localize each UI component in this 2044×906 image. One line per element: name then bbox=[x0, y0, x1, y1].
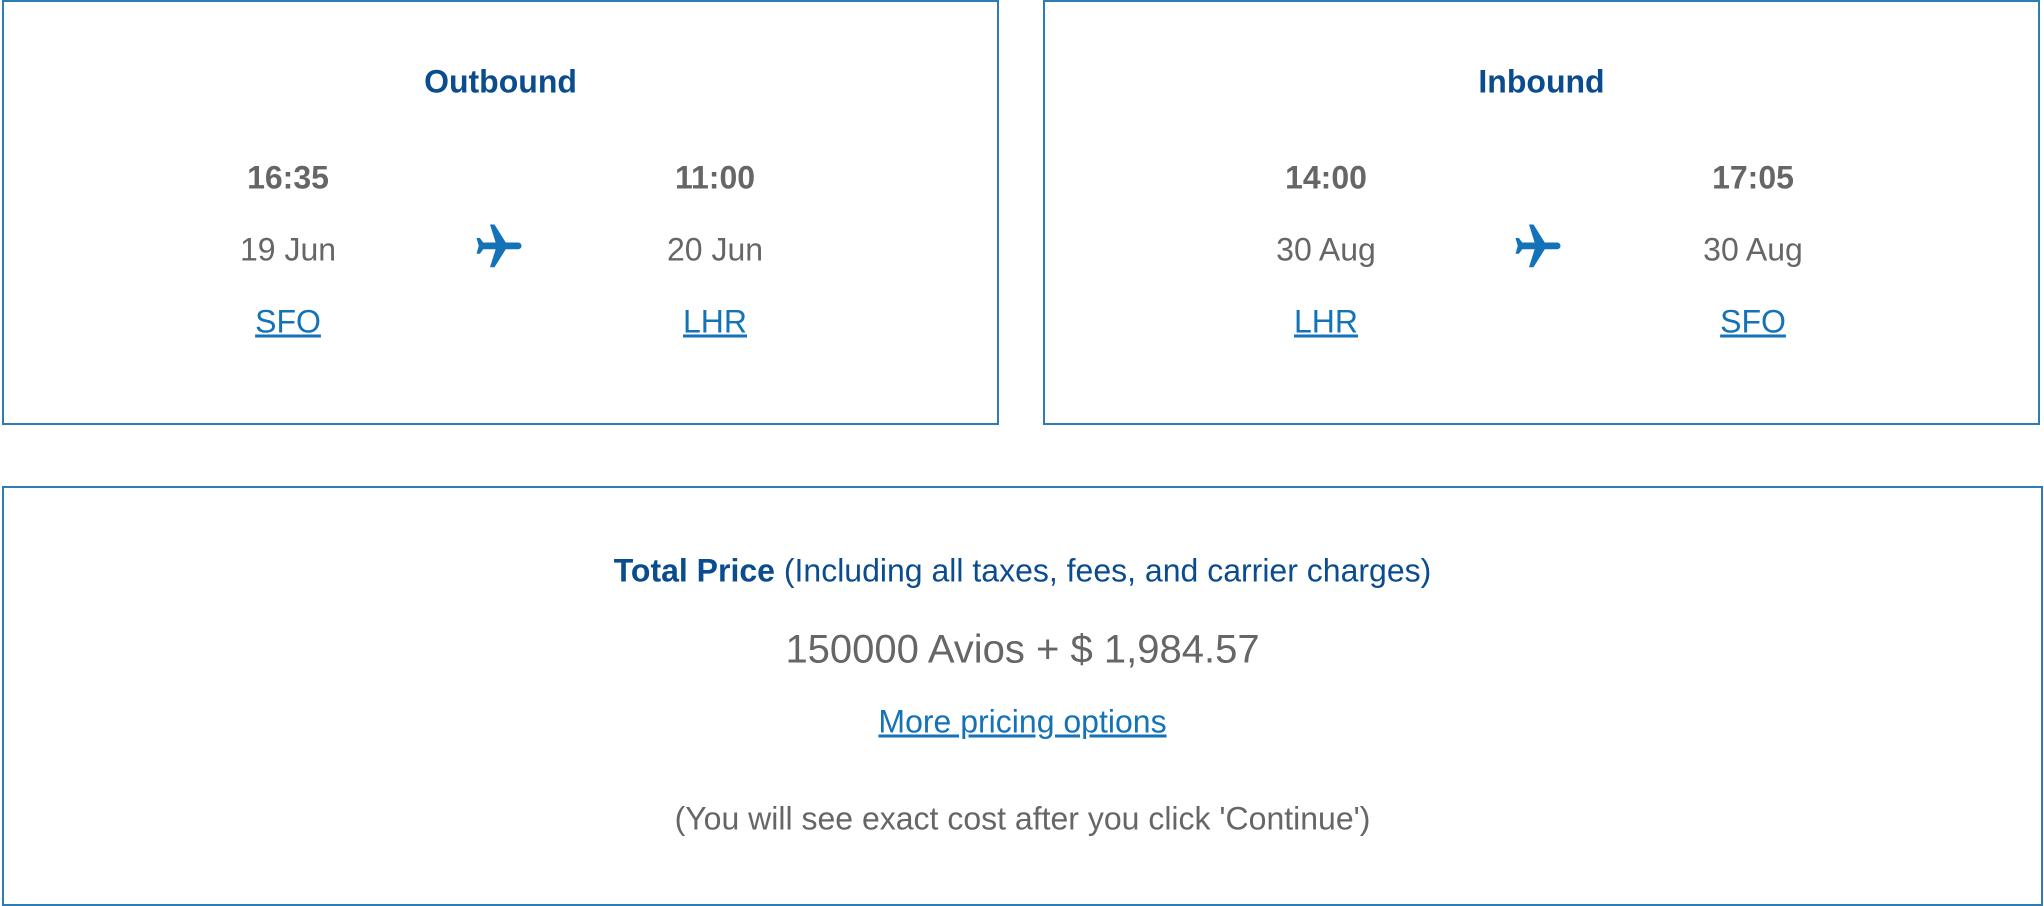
inbound-arrival-airport-link[interactable]: SFO bbox=[1653, 304, 1853, 341]
total-price-qualifier: (Including all taxes, fees, and carrier … bbox=[774, 552, 1432, 589]
inbound-arrival: 17:05 30 Aug SFO bbox=[1653, 2, 1853, 423]
outbound-arrival-airport-link[interactable]: LHR bbox=[615, 304, 815, 341]
exact-cost-note: (You will see exact cost after you click… bbox=[674, 800, 1371, 837]
more-pricing-options-link[interactable]: More pricing options bbox=[878, 704, 1166, 740]
airplane-icon bbox=[1515, 224, 1561, 268]
outbound-departure-date: 19 Jun bbox=[239, 231, 337, 268]
total-price-value: 150000 Avios + $ 1,984.57 bbox=[785, 627, 1260, 672]
pricing-options-row: More pricing options bbox=[4, 704, 2041, 741]
outbound-departure: 16:35 19 Jun SFO bbox=[188, 2, 388, 423]
outbound-flight-card: Outbound 16:35 19 Jun SFO 11:00 20 Jun L… bbox=[2, 0, 999, 425]
inbound-departure-airport-link[interactable]: LHR bbox=[1226, 304, 1426, 341]
inbound-arrival-date: 30 Aug bbox=[1703, 231, 1803, 268]
inbound-title: Inbound bbox=[1478, 63, 1605, 100]
outbound-departure-time: 16:35 bbox=[247, 159, 329, 196]
total-price-panel: Total Price (Including all taxes, fees, … bbox=[2, 486, 2043, 906]
outbound-title: Outbound bbox=[424, 63, 577, 100]
inbound-departure-time: 14:00 bbox=[1285, 159, 1367, 196]
inbound-arrival-time: 17:05 bbox=[1712, 159, 1794, 196]
outbound-arrival: 11:00 20 Jun LHR bbox=[615, 2, 815, 423]
outbound-arrival-date: 20 Jun bbox=[666, 231, 764, 268]
inbound-departure: 14:00 30 Aug LHR bbox=[1226, 2, 1426, 423]
airplane-icon bbox=[476, 224, 522, 268]
total-price-label: Total Price bbox=[613, 552, 775, 589]
outbound-arrival-time: 11:00 bbox=[674, 159, 756, 196]
inbound-departure-date: 30 Aug bbox=[1276, 231, 1376, 268]
inbound-flight-card: Inbound 14:00 30 Aug LHR 17:05 30 Aug SF… bbox=[1043, 0, 2040, 425]
total-price-heading: Total Price (Including all taxes, fees, … bbox=[4, 553, 2041, 590]
outbound-departure-airport-link[interactable]: SFO bbox=[188, 304, 388, 341]
